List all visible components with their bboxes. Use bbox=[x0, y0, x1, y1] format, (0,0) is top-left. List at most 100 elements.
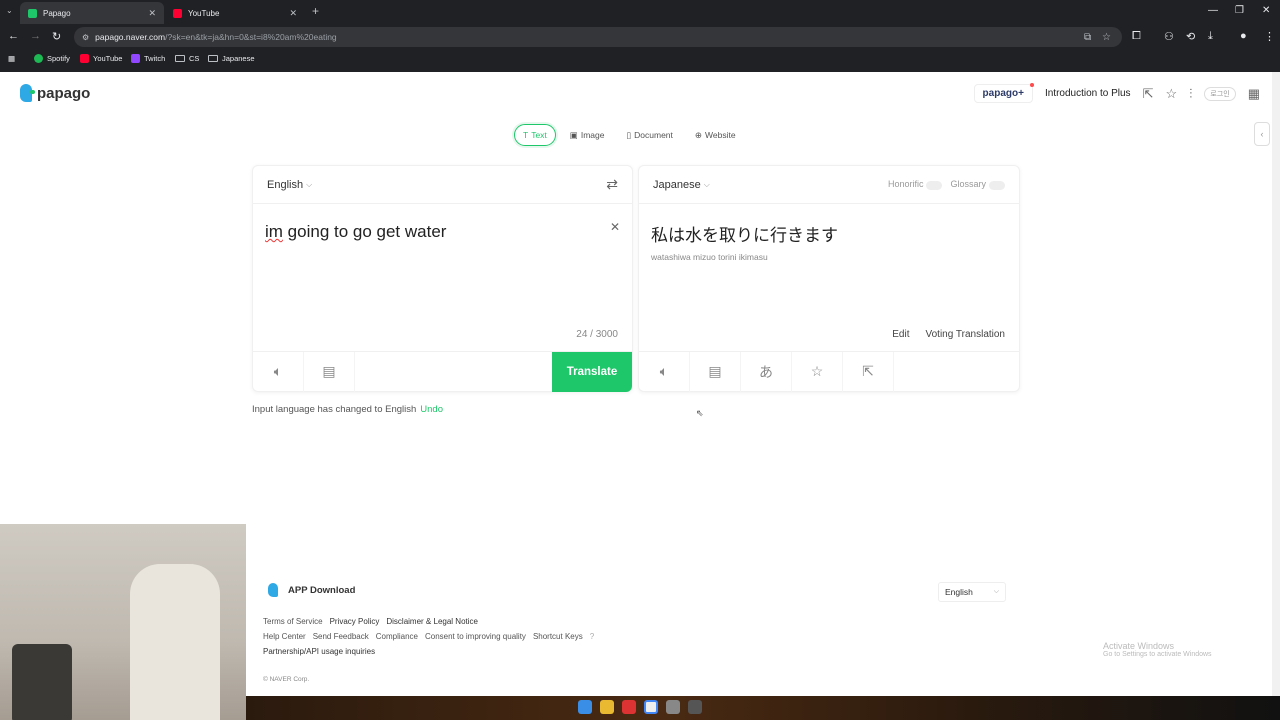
consent-link[interactable]: Consent to improving quality bbox=[425, 632, 526, 641]
papago-bird-icon bbox=[268, 583, 278, 597]
mode-tabs: T Text ▣ Image ▯ Document ⊕ Website bbox=[514, 124, 744, 146]
speaker-icon[interactable]: 🔈︎ bbox=[253, 351, 304, 392]
partnership-link[interactable]: Partnership/API usage inquiries bbox=[263, 647, 375, 656]
edit-button[interactable]: Edit bbox=[892, 329, 909, 340]
help-center-link[interactable]: Help Center bbox=[263, 632, 306, 641]
globe-icon: ⊕ bbox=[694, 129, 703, 140]
favorites-star-icon[interactable]: ☆ bbox=[1165, 86, 1177, 102]
misspelled-word: im bbox=[265, 222, 283, 241]
back-icon[interactable]: ← bbox=[8, 30, 19, 42]
bookmark-spotify[interactable]: Spotify bbox=[34, 54, 70, 63]
share-icon[interactable]: ⇱ bbox=[843, 351, 894, 392]
download-icon[interactable]: ⤓ bbox=[1208, 30, 1213, 43]
voting-translation-button[interactable]: Voting Translation bbox=[926, 329, 1006, 340]
compliance-link[interactable]: Compliance bbox=[376, 632, 418, 641]
source-text-input[interactable]: im going to go get water bbox=[265, 222, 446, 242]
menu-icon[interactable]: ⋮ bbox=[1264, 30, 1275, 43]
apps-icon[interactable]: ▦ bbox=[8, 54, 15, 63]
target-language-select[interactable]: Japanese bbox=[653, 179, 701, 191]
translate-button[interactable]: Translate bbox=[552, 351, 632, 392]
tab-website[interactable]: ⊕ Website bbox=[687, 124, 744, 146]
spotify-icon bbox=[34, 54, 43, 63]
chrome-icon[interactable] bbox=[644, 700, 658, 714]
tab-text[interactable]: T Text bbox=[514, 124, 556, 146]
folder-icon[interactable] bbox=[600, 700, 614, 714]
terms-link[interactable]: Terms of Service bbox=[263, 617, 323, 626]
forward-icon[interactable]: → bbox=[30, 30, 41, 42]
incognito-icon[interactable]: ⚇ bbox=[1164, 30, 1174, 43]
honorific-toggle[interactable]: Honorific bbox=[888, 179, 943, 190]
tab-youtube[interactable]: YouTube ✕ bbox=[165, 2, 305, 24]
privacy-link[interactable]: Privacy Policy bbox=[330, 617, 380, 626]
url-host: papago.naver.com bbox=[95, 32, 166, 42]
romanization-text: watashiwa mizuo torini ikimasu bbox=[651, 252, 768, 262]
swap-languages-icon[interactable]: ⇄ bbox=[606, 176, 618, 193]
app-icon[interactable] bbox=[622, 700, 636, 714]
close-tab-icon[interactable]: ✕ bbox=[148, 8, 156, 19]
webcam-chair-dark bbox=[12, 644, 72, 720]
dictionary-icon[interactable]: ▤ bbox=[304, 351, 355, 392]
address-bar[interactable]: ⚙ papago.naver.com/?sk=en&tk=ja&hn=0&st=… bbox=[74, 27, 1122, 47]
bookmark-youtube[interactable]: YouTube bbox=[80, 54, 122, 63]
undo-link[interactable]: Undo bbox=[420, 404, 443, 415]
bookmark-star-icon[interactable]: ☆ bbox=[1102, 32, 1111, 43]
maximize-icon[interactable]: ❐ bbox=[1235, 5, 1244, 16]
settings-sliders-icon[interactable]: ⫶ bbox=[1189, 86, 1192, 102]
tab-search-icon[interactable]: ⌄ bbox=[6, 6, 13, 15]
extensions-icon[interactable]: ⧠ bbox=[1132, 30, 1141, 43]
obs-icon[interactable] bbox=[688, 700, 702, 714]
chevron-down-icon[interactable]: ⌵ bbox=[704, 180, 710, 190]
bookmark-label: CS bbox=[189, 54, 200, 63]
history-icon[interactable]: ⟲ bbox=[1186, 30, 1195, 43]
toggle-switch[interactable] bbox=[989, 180, 1005, 190]
close-window-icon[interactable]: ✕ bbox=[1262, 5, 1270, 16]
apps-grid-icon[interactable]: ▦ bbox=[1248, 86, 1260, 102]
image-icon: ▣ bbox=[569, 129, 578, 140]
footer-language-select[interactable]: English ⌵ bbox=[938, 582, 1006, 602]
reload-icon[interactable]: ↻ bbox=[52, 30, 61, 43]
handwriting-icon[interactable]: あ bbox=[741, 351, 792, 392]
source-language-select[interactable]: English bbox=[267, 179, 303, 191]
taskbar bbox=[246, 696, 1280, 720]
page-scrollbar[interactable] bbox=[1272, 72, 1280, 696]
bookmark-folder-japanese[interactable]: Japanese bbox=[208, 54, 255, 63]
bookmark-label: Twitch bbox=[144, 54, 166, 63]
bookmark-twitch[interactable]: Twitch bbox=[131, 54, 165, 63]
side-panel-toggle[interactable]: ‹ bbox=[1254, 122, 1270, 146]
papago-logo[interactable]: papago bbox=[20, 84, 90, 102]
clear-text-icon[interactable]: ✕ bbox=[610, 220, 620, 234]
tab-image[interactable]: ▣ Image bbox=[562, 124, 613, 146]
tab-papago[interactable]: Papago ✕ bbox=[20, 2, 164, 24]
tab-label: Image bbox=[580, 130, 605, 140]
help-icon[interactable]: ? bbox=[590, 632, 594, 641]
close-tab-icon[interactable]: ✕ bbox=[289, 8, 297, 19]
share-icon[interactable]: ⇱ bbox=[1143, 86, 1154, 102]
new-tab-icon[interactable]: + bbox=[312, 4, 319, 18]
favorite-star-icon[interactable]: ☆ bbox=[792, 351, 843, 392]
twitch-icon bbox=[131, 54, 140, 63]
language-label: English bbox=[945, 587, 973, 597]
install-icon[interactable]: ⧉ bbox=[1084, 32, 1091, 43]
tab-document[interactable]: ▯ Document bbox=[618, 124, 680, 146]
bookmark-folder-cs[interactable]: CS bbox=[175, 54, 199, 63]
folder-icon bbox=[175, 55, 185, 62]
disclaimer-link[interactable]: Disclaimer & Legal Notice bbox=[386, 617, 478, 626]
glossary-toggle[interactable]: Glossary bbox=[950, 179, 1005, 190]
papago-plus-badge[interactable]: papago+ bbox=[973, 83, 1035, 103]
chevron-down-icon[interactable]: ⌵ bbox=[306, 180, 312, 190]
dictionary-icon[interactable]: ▤ bbox=[690, 351, 741, 392]
file-explorer-icon[interactable] bbox=[578, 700, 592, 714]
app-download-link[interactable]: APP Download bbox=[268, 583, 355, 597]
send-feedback-link[interactable]: Send Feedback bbox=[313, 632, 369, 641]
footer: APP Download English ⌵ Terms of Service P… bbox=[246, 572, 1272, 696]
intro-plus-link[interactable]: Introduction to Plus bbox=[1045, 88, 1131, 99]
site-info-icon[interactable]: ⚙ bbox=[82, 33, 89, 42]
speaker-icon[interactable]: 🔈︎ bbox=[639, 351, 690, 392]
login-button[interactable]: 로그인 bbox=[1204, 86, 1236, 101]
shortcut-keys-link[interactable]: Shortcut Keys bbox=[533, 632, 583, 641]
tab-title: Papago bbox=[43, 8, 71, 18]
minimize-icon[interactable]: — bbox=[1208, 5, 1218, 16]
profile-avatar[interactable]: ● bbox=[1240, 30, 1247, 42]
app-icon[interactable] bbox=[666, 700, 680, 714]
toggle-switch[interactable] bbox=[926, 180, 943, 190]
